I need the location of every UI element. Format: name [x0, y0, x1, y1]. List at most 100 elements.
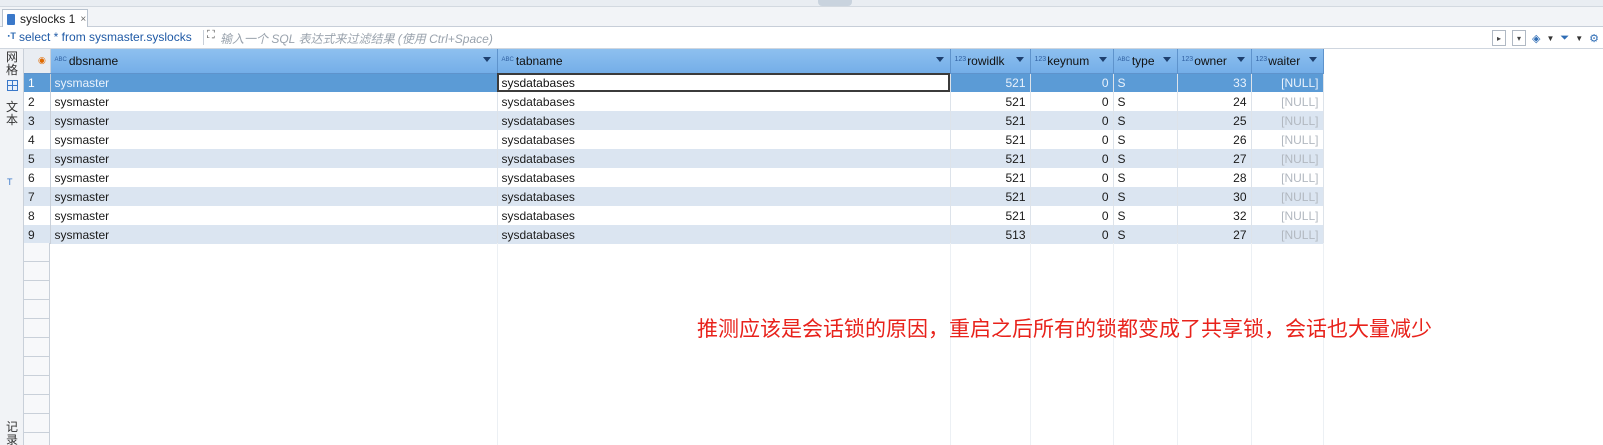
cell-keynum[interactable]: 0 — [1030, 73, 1114, 92]
cell-waiter[interactable]: [NULL] — [1251, 187, 1324, 206]
table-row[interactable]: 6 sysmaster sysdatabases 521 0 S 28 [NULL] — [24, 168, 1324, 187]
cell-dbsname[interactable]: sysmaster — [50, 225, 498, 244]
row-number[interactable]: 4 — [24, 130, 51, 149]
cell-type[interactable]: S — [1113, 111, 1178, 130]
cell-owner[interactable]: 28 — [1177, 168, 1252, 187]
cell-keynum[interactable]: 0 — [1030, 206, 1114, 225]
chevron-down-icon[interactable] — [1098, 57, 1107, 62]
cell-rowidlk[interactable]: 521 — [950, 111, 1031, 130]
tab-record-view[interactable]: 记录 — [5, 421, 19, 445]
row-number[interactable]: 6 — [24, 168, 51, 187]
cell-keynum[interactable]: 0 — [1030, 92, 1114, 111]
results-grid[interactable]: ◉ ABC dbsname ABC tabname 123rowidlk 123ke… — [24, 49, 1603, 445]
column-header-rowidlk[interactable]: 123rowidlk — [950, 49, 1031, 74]
tab-grid-view[interactable]: 网格 — [5, 51, 19, 77]
table-row[interactable]: 3 sysmaster sysdatabases 521 0 S 25 [NULL] — [24, 111, 1324, 130]
grid-icon[interactable] — [7, 80, 18, 91]
table-row[interactable]: 1 sysmaster sysdatabases 521 0 S 33 [NULL] — [24, 73, 1324, 92]
filter-input[interactable]: 输入一个 SQL 表达式来过滤结果 (使用 Ctrl+Space) — [220, 30, 493, 47]
cell-tabname[interactable]: sysdatabases — [497, 168, 951, 187]
cell-type[interactable]: S — [1113, 92, 1178, 111]
cell-keynum[interactable]: 0 — [1030, 168, 1114, 187]
cell-rowidlk[interactable]: 521 — [950, 130, 1031, 149]
cell-type[interactable]: S — [1113, 225, 1178, 244]
cell-type[interactable]: S — [1113, 73, 1178, 92]
splitter-grip[interactable] — [818, 0, 852, 6]
chevron-down-icon[interactable] — [1236, 57, 1245, 62]
cell-waiter[interactable]: [NULL] — [1251, 73, 1324, 92]
cell-dbsname[interactable]: sysmaster — [50, 168, 498, 187]
chevron-down-icon[interactable] — [935, 57, 944, 62]
cell-owner[interactable]: 33 — [1177, 73, 1252, 92]
row-number[interactable]: 9 — [24, 225, 51, 244]
cell-dbsname[interactable]: sysmaster — [50, 149, 498, 168]
column-header-type[interactable]: ABC type — [1113, 49, 1178, 74]
cell-dbsname[interactable]: sysmaster — [50, 187, 498, 206]
cell-waiter[interactable]: [NULL] — [1251, 111, 1324, 130]
sql-query-text[interactable]: select * from sysmaster.syslocks — [19, 30, 192, 44]
table-row[interactable]: 8 sysmaster sysdatabases 521 0 S 32 [NULL] — [24, 206, 1324, 225]
cell-rowidlk[interactable]: 521 — [950, 168, 1031, 187]
cell-tabname[interactable]: sysdatabases — [497, 225, 951, 244]
table-row[interactable]: 5 sysmaster sysdatabases 521 0 S 27 [NULL] — [24, 149, 1324, 168]
cell-dbsname[interactable]: sysmaster — [50, 111, 498, 130]
select-all-icon[interactable]: ◉ — [38, 55, 46, 66]
cell-keynum[interactable]: 0 — [1030, 225, 1114, 244]
cell-tabname[interactable]: sysdatabases — [497, 73, 951, 92]
dropdown-button[interactable]: ▾ — [1512, 30, 1526, 46]
cell-type[interactable]: S — [1113, 168, 1178, 187]
column-header-keynum[interactable]: 123keynum — [1030, 49, 1114, 74]
cell-waiter[interactable]: [NULL] — [1251, 206, 1324, 225]
cell-waiter[interactable]: [NULL] — [1251, 92, 1324, 111]
cell-owner[interactable]: 27 — [1177, 149, 1252, 168]
cell-owner[interactable]: 30 — [1177, 187, 1252, 206]
cell-type[interactable]: S — [1113, 206, 1178, 225]
chevron-down-icon[interactable] — [482, 57, 491, 62]
chevron-down-icon[interactable] — [1015, 57, 1024, 62]
chevron-down-icon[interactable]: ▼ — [1546, 34, 1554, 43]
column-header-dbsname[interactable]: ABC dbsname — [50, 49, 498, 74]
row-number[interactable]: 2 — [24, 92, 51, 111]
cell-keynum[interactable]: 0 — [1030, 187, 1114, 206]
cell-rowidlk[interactable]: 521 — [950, 73, 1031, 92]
column-header-owner[interactable]: 123owner — [1177, 49, 1252, 74]
top-splitter[interactable] — [0, 0, 1603, 7]
row-header-corner[interactable]: ◉ — [24, 49, 51, 74]
chevron-down-icon[interactable] — [1162, 57, 1171, 62]
cell-tabname[interactable]: sysdatabases — [497, 111, 951, 130]
table-row[interactable]: 7 sysmaster sysdatabases 521 0 S 30 [NULL] — [24, 187, 1324, 206]
cell-owner[interactable]: 24 — [1177, 92, 1252, 111]
column-header-tabname[interactable]: ABC tabname — [497, 49, 951, 74]
table-row[interactable]: 2 sysmaster sysdatabases 521 0 S 24 [NULL] — [24, 92, 1324, 111]
tab-text-view[interactable]: 文本 — [5, 101, 19, 127]
text-format-icon[interactable]: T — [7, 177, 13, 187]
row-number[interactable]: 3 — [24, 111, 51, 130]
row-number[interactable]: 8 — [24, 206, 51, 225]
cell-waiter[interactable]: [NULL] — [1251, 168, 1324, 187]
eraser-icon[interactable]: ◈ — [1532, 32, 1540, 45]
cell-owner[interactable]: 27 — [1177, 225, 1252, 244]
cell-rowidlk[interactable]: 521 — [950, 92, 1031, 111]
history-button[interactable]: ▸ — [1492, 30, 1506, 46]
cell-owner[interactable]: 32 — [1177, 206, 1252, 225]
cell-dbsname[interactable]: sysmaster — [50, 130, 498, 149]
cell-keynum[interactable]: 0 — [1030, 130, 1114, 149]
cell-keynum[interactable]: 0 — [1030, 111, 1114, 130]
cell-tabname[interactable]: sysdatabases — [497, 92, 951, 111]
cell-tabname[interactable]: sysdatabases — [497, 149, 951, 168]
cell-owner[interactable]: 26 — [1177, 130, 1252, 149]
filter-icon[interactable]: ⏷ — [1560, 32, 1569, 45]
cell-waiter[interactable]: [NULL] — [1251, 225, 1324, 244]
table-row[interactable]: 4 sysmaster sysdatabases 521 0 S 26 [NULL] — [24, 130, 1324, 149]
row-number[interactable]: 5 — [24, 149, 51, 168]
cell-type[interactable]: S — [1113, 130, 1178, 149]
cell-keynum[interactable]: 0 — [1030, 149, 1114, 168]
table-row[interactable]: 9 sysmaster sysdatabases 513 0 S 27 [NULL] — [24, 225, 1324, 244]
cell-rowidlk[interactable]: 513 — [950, 225, 1031, 244]
cell-dbsname[interactable]: sysmaster — [50, 92, 498, 111]
settings-icon[interactable]: ⚙ — [1589, 32, 1599, 45]
cell-rowidlk[interactable]: 521 — [950, 187, 1031, 206]
chevron-down-icon[interactable]: ▼ — [1575, 34, 1583, 43]
cell-owner[interactable]: 25 — [1177, 111, 1252, 130]
cell-tabname[interactable]: sysdatabases — [497, 206, 951, 225]
